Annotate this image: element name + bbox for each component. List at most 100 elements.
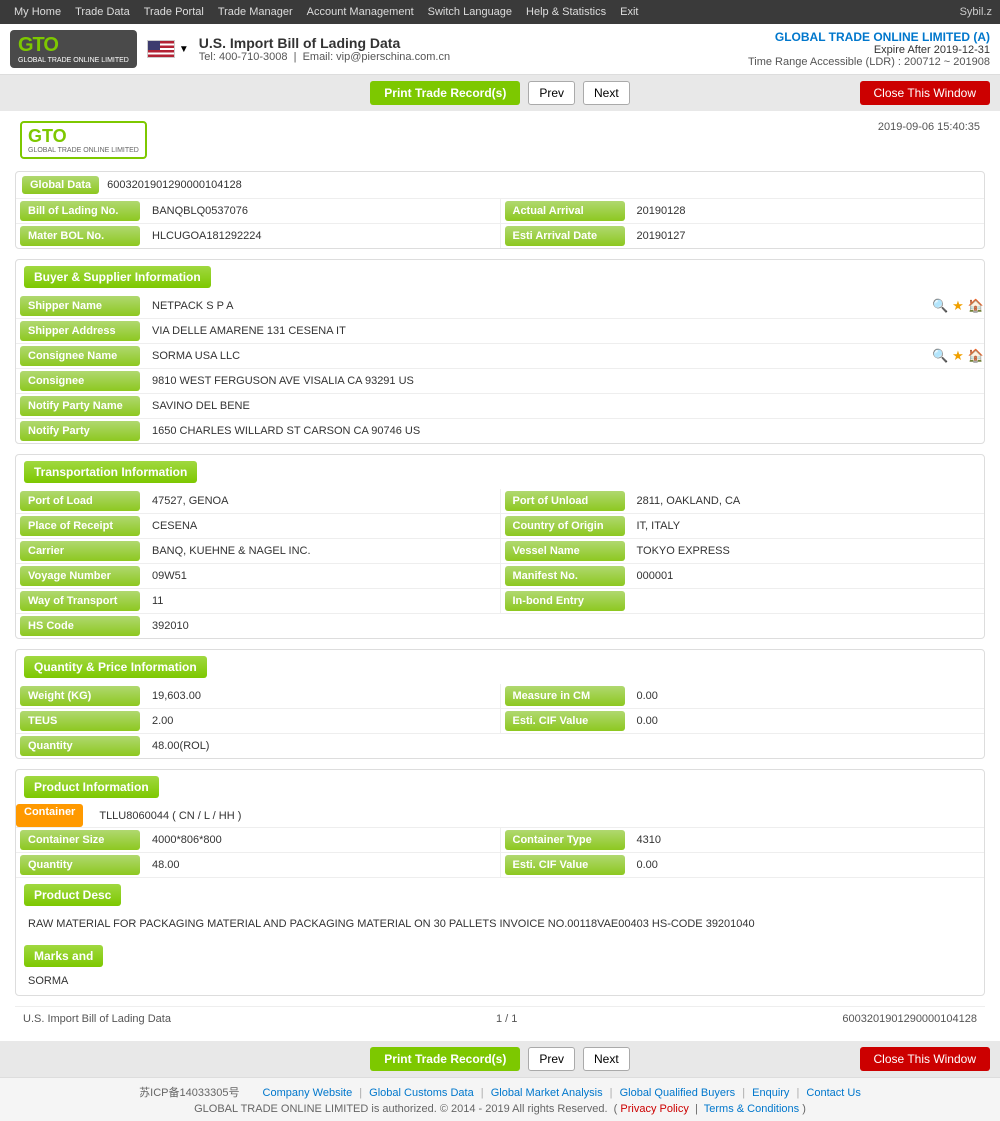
manifest-half: Manifest No. 000001 bbox=[500, 564, 985, 588]
shipper-search-icon[interactable]: 🔍 bbox=[932, 298, 948, 314]
notify-party-row: Notify Party 1650 CHARLES WILLARD ST CAR… bbox=[16, 419, 984, 443]
container-badge: Container bbox=[16, 804, 83, 827]
consignee-star-icon[interactable]: ★ bbox=[952, 348, 964, 364]
master-bol-half: Mater BOL No. HLCUGOA181292224 bbox=[16, 224, 500, 248]
container-size-value: 4000*806*800 bbox=[144, 828, 500, 852]
consignee-name-label: Consignee Name bbox=[20, 346, 140, 366]
nav-items: My Home Trade Data Trade Portal Trade Ma… bbox=[8, 4, 644, 20]
header-bar: GTO GLOBAL TRADE ONLINE LIMITED ▼ U.S. I… bbox=[0, 24, 1000, 75]
doc-logo: GTO GLOBAL TRADE ONLINE LIMITED bbox=[20, 121, 147, 159]
voyage-value: 09W51 bbox=[144, 564, 500, 588]
bottom-action-bar: Print Trade Record(s) Prev Next Close Th… bbox=[0, 1041, 1000, 1077]
nav-trade-manager[interactable]: Trade Manager bbox=[212, 4, 299, 20]
print-button-top[interactable]: Print Trade Record(s) bbox=[370, 81, 520, 105]
contact-email: Email: vip@pierschina.com.cn bbox=[303, 51, 451, 63]
measure-label: Measure in CM bbox=[505, 686, 625, 706]
way-inbond-row: Way of Transport 11 In-bond Entry bbox=[16, 589, 984, 614]
buyer-supplier-title-row: Buyer & Supplier Information bbox=[16, 260, 984, 294]
vessel-label: Vessel Name bbox=[505, 541, 625, 561]
container-type-label: Container Type bbox=[505, 830, 625, 850]
global-data-label: Global Data bbox=[22, 176, 99, 194]
consignee-label: Consignee bbox=[20, 371, 140, 391]
shipper-address-value: VIA DELLE AMARENE 131 CESENA IT bbox=[144, 319, 984, 343]
nav-account-management[interactable]: Account Management bbox=[301, 4, 420, 20]
shipper-star-icon[interactable]: ★ bbox=[952, 298, 964, 314]
cif-label: Esti. CIF Value bbox=[505, 711, 625, 731]
weight-measure-row: Weight (KG) 19,603.00 Measure in CM 0.00 bbox=[16, 684, 984, 709]
teus-label: TEUS bbox=[20, 711, 140, 731]
page-title: U.S. Import Bill of Lading Data bbox=[199, 35, 450, 51]
actual-arrival-half: Actual Arrival 20190128 bbox=[500, 199, 985, 223]
transportation-title: Transportation Information bbox=[24, 461, 197, 483]
copyright-text: GLOBAL TRADE ONLINE LIMITED is authorize… bbox=[194, 1103, 607, 1115]
shipper-address-row: Shipper Address VIA DELLE AMARENE 131 CE… bbox=[16, 319, 984, 344]
port-load-half: Port of Load 47527, GENOA bbox=[16, 489, 500, 513]
container-size-label: Container Size bbox=[20, 830, 140, 850]
way-transport-half: Way of Transport 11 bbox=[16, 589, 500, 613]
privacy-policy-link[interactable]: Privacy Policy bbox=[620, 1103, 688, 1115]
user-label: Sybil.z bbox=[960, 6, 992, 18]
teus-value: 2.00 bbox=[144, 709, 500, 733]
consignee-icons: 🔍 ★ 🏠 bbox=[932, 344, 984, 368]
company-website-link[interactable]: Company Website bbox=[263, 1087, 353, 1099]
doc-timestamp: 2019-09-06 15:40:35 bbox=[878, 121, 980, 133]
way-transport-value: 11 bbox=[144, 589, 500, 613]
nav-trade-data[interactable]: Trade Data bbox=[69, 4, 136, 20]
vessel-half: Vessel Name TOKYO EXPRESS bbox=[500, 539, 985, 563]
market-analysis-link[interactable]: Global Market Analysis bbox=[491, 1087, 603, 1099]
prev-button-bottom[interactable]: Prev bbox=[528, 1047, 575, 1071]
qualified-buyers-link[interactable]: Global Qualified Buyers bbox=[620, 1087, 736, 1099]
qp-quantity-value: 48.00(ROL) bbox=[144, 734, 984, 758]
global-customs-link[interactable]: Global Customs Data bbox=[369, 1087, 474, 1099]
print-button-bottom[interactable]: Print Trade Record(s) bbox=[370, 1047, 520, 1071]
close-button-bottom[interactable]: Close This Window bbox=[860, 1047, 990, 1071]
next-button-bottom[interactable]: Next bbox=[583, 1047, 630, 1071]
enquiry-link[interactable]: Enquiry bbox=[752, 1087, 789, 1099]
actual-arrival-value: 20190128 bbox=[629, 199, 985, 223]
doc-footer-center: 1 / 1 bbox=[496, 1013, 517, 1025]
doc-footer-right: 6003201901290000104128 bbox=[842, 1013, 977, 1025]
next-button-top[interactable]: Next bbox=[583, 81, 630, 105]
consignee-search-icon[interactable]: 🔍 bbox=[932, 348, 948, 364]
shipper-name-value: NETPACK S P A bbox=[144, 294, 924, 318]
doc-logo-gto: GTO bbox=[28, 126, 139, 147]
product-desc-text: RAW MATERIAL FOR PACKAGING MATERIAL AND … bbox=[16, 912, 984, 941]
close-button-top[interactable]: Close This Window bbox=[860, 81, 990, 105]
inbond-half: In-bond Entry bbox=[500, 589, 985, 613]
carrier-value: BANQ, KUEHNE & NAGEL INC. bbox=[144, 539, 500, 563]
doc-logo-box: GTO GLOBAL TRADE ONLINE LIMITED bbox=[20, 121, 147, 159]
header-right: GLOBAL TRADE ONLINE LIMITED (A) Expire A… bbox=[748, 30, 990, 68]
country-origin-value: IT, ITALY bbox=[629, 514, 985, 538]
bol-label: Bill of Lading No. bbox=[20, 201, 140, 221]
close-wrapper-bottom: Close This Window bbox=[640, 1047, 990, 1071]
bottom-action-center: Print Trade Record(s) Prev Next bbox=[370, 1047, 629, 1071]
shipper-home-icon[interactable]: 🏠 bbox=[968, 298, 984, 314]
transportation-section: Transportation Information Port of Load … bbox=[15, 454, 985, 639]
container-type-half: Container Type 4310 bbox=[500, 828, 985, 852]
port-unload-value: 2811, OAKLAND, CA bbox=[629, 489, 985, 513]
product-desc-row: Product Desc RAW MATERIAL FOR PACKAGING … bbox=[16, 878, 984, 941]
quantity-price-title: Quantity & Price Information bbox=[24, 656, 207, 678]
nav-help-statistics[interactable]: Help & Statistics bbox=[520, 4, 612, 20]
top-action-bar: Print Trade Record(s) Prev Next Close Th… bbox=[0, 75, 1000, 111]
container-type-value: 4310 bbox=[629, 828, 985, 852]
flag-dropdown[interactable]: ▼ bbox=[147, 40, 189, 58]
nav-my-home[interactable]: My Home bbox=[8, 4, 67, 20]
header-left: GTO GLOBAL TRADE ONLINE LIMITED ▼ U.S. I… bbox=[10, 30, 450, 68]
terms-link[interactable]: Terms & Conditions bbox=[704, 1103, 799, 1115]
quantity-price-section: Quantity & Price Information Weight (KG)… bbox=[15, 649, 985, 759]
prev-button-top[interactable]: Prev bbox=[528, 81, 575, 105]
master-bol-value: HLCUGOA181292224 bbox=[144, 224, 500, 248]
port-load-label: Port of Load bbox=[20, 491, 140, 511]
nav-trade-portal[interactable]: Trade Portal bbox=[138, 4, 210, 20]
contact-us-link[interactable]: Contact Us bbox=[806, 1087, 860, 1099]
teus-half: TEUS 2.00 bbox=[16, 709, 500, 733]
consignee-name-row: Consignee Name SORMA USA LLC 🔍 ★ 🏠 bbox=[16, 344, 984, 369]
consignee-home-icon[interactable]: 🏠 bbox=[968, 348, 984, 364]
nav-exit[interactable]: Exit bbox=[614, 4, 644, 20]
nav-switch-language[interactable]: Switch Language bbox=[422, 4, 518, 20]
doc-logo-text: GLOBAL TRADE ONLINE LIMITED bbox=[28, 147, 139, 154]
global-data-row: Global Data 6003201901290000104128 bbox=[16, 172, 984, 199]
prod-qty-cif-row: Quantity 48.00 Esti. CIF Value 0.00 bbox=[16, 853, 984, 878]
prod-qty-half: Quantity 48.00 bbox=[16, 853, 500, 877]
